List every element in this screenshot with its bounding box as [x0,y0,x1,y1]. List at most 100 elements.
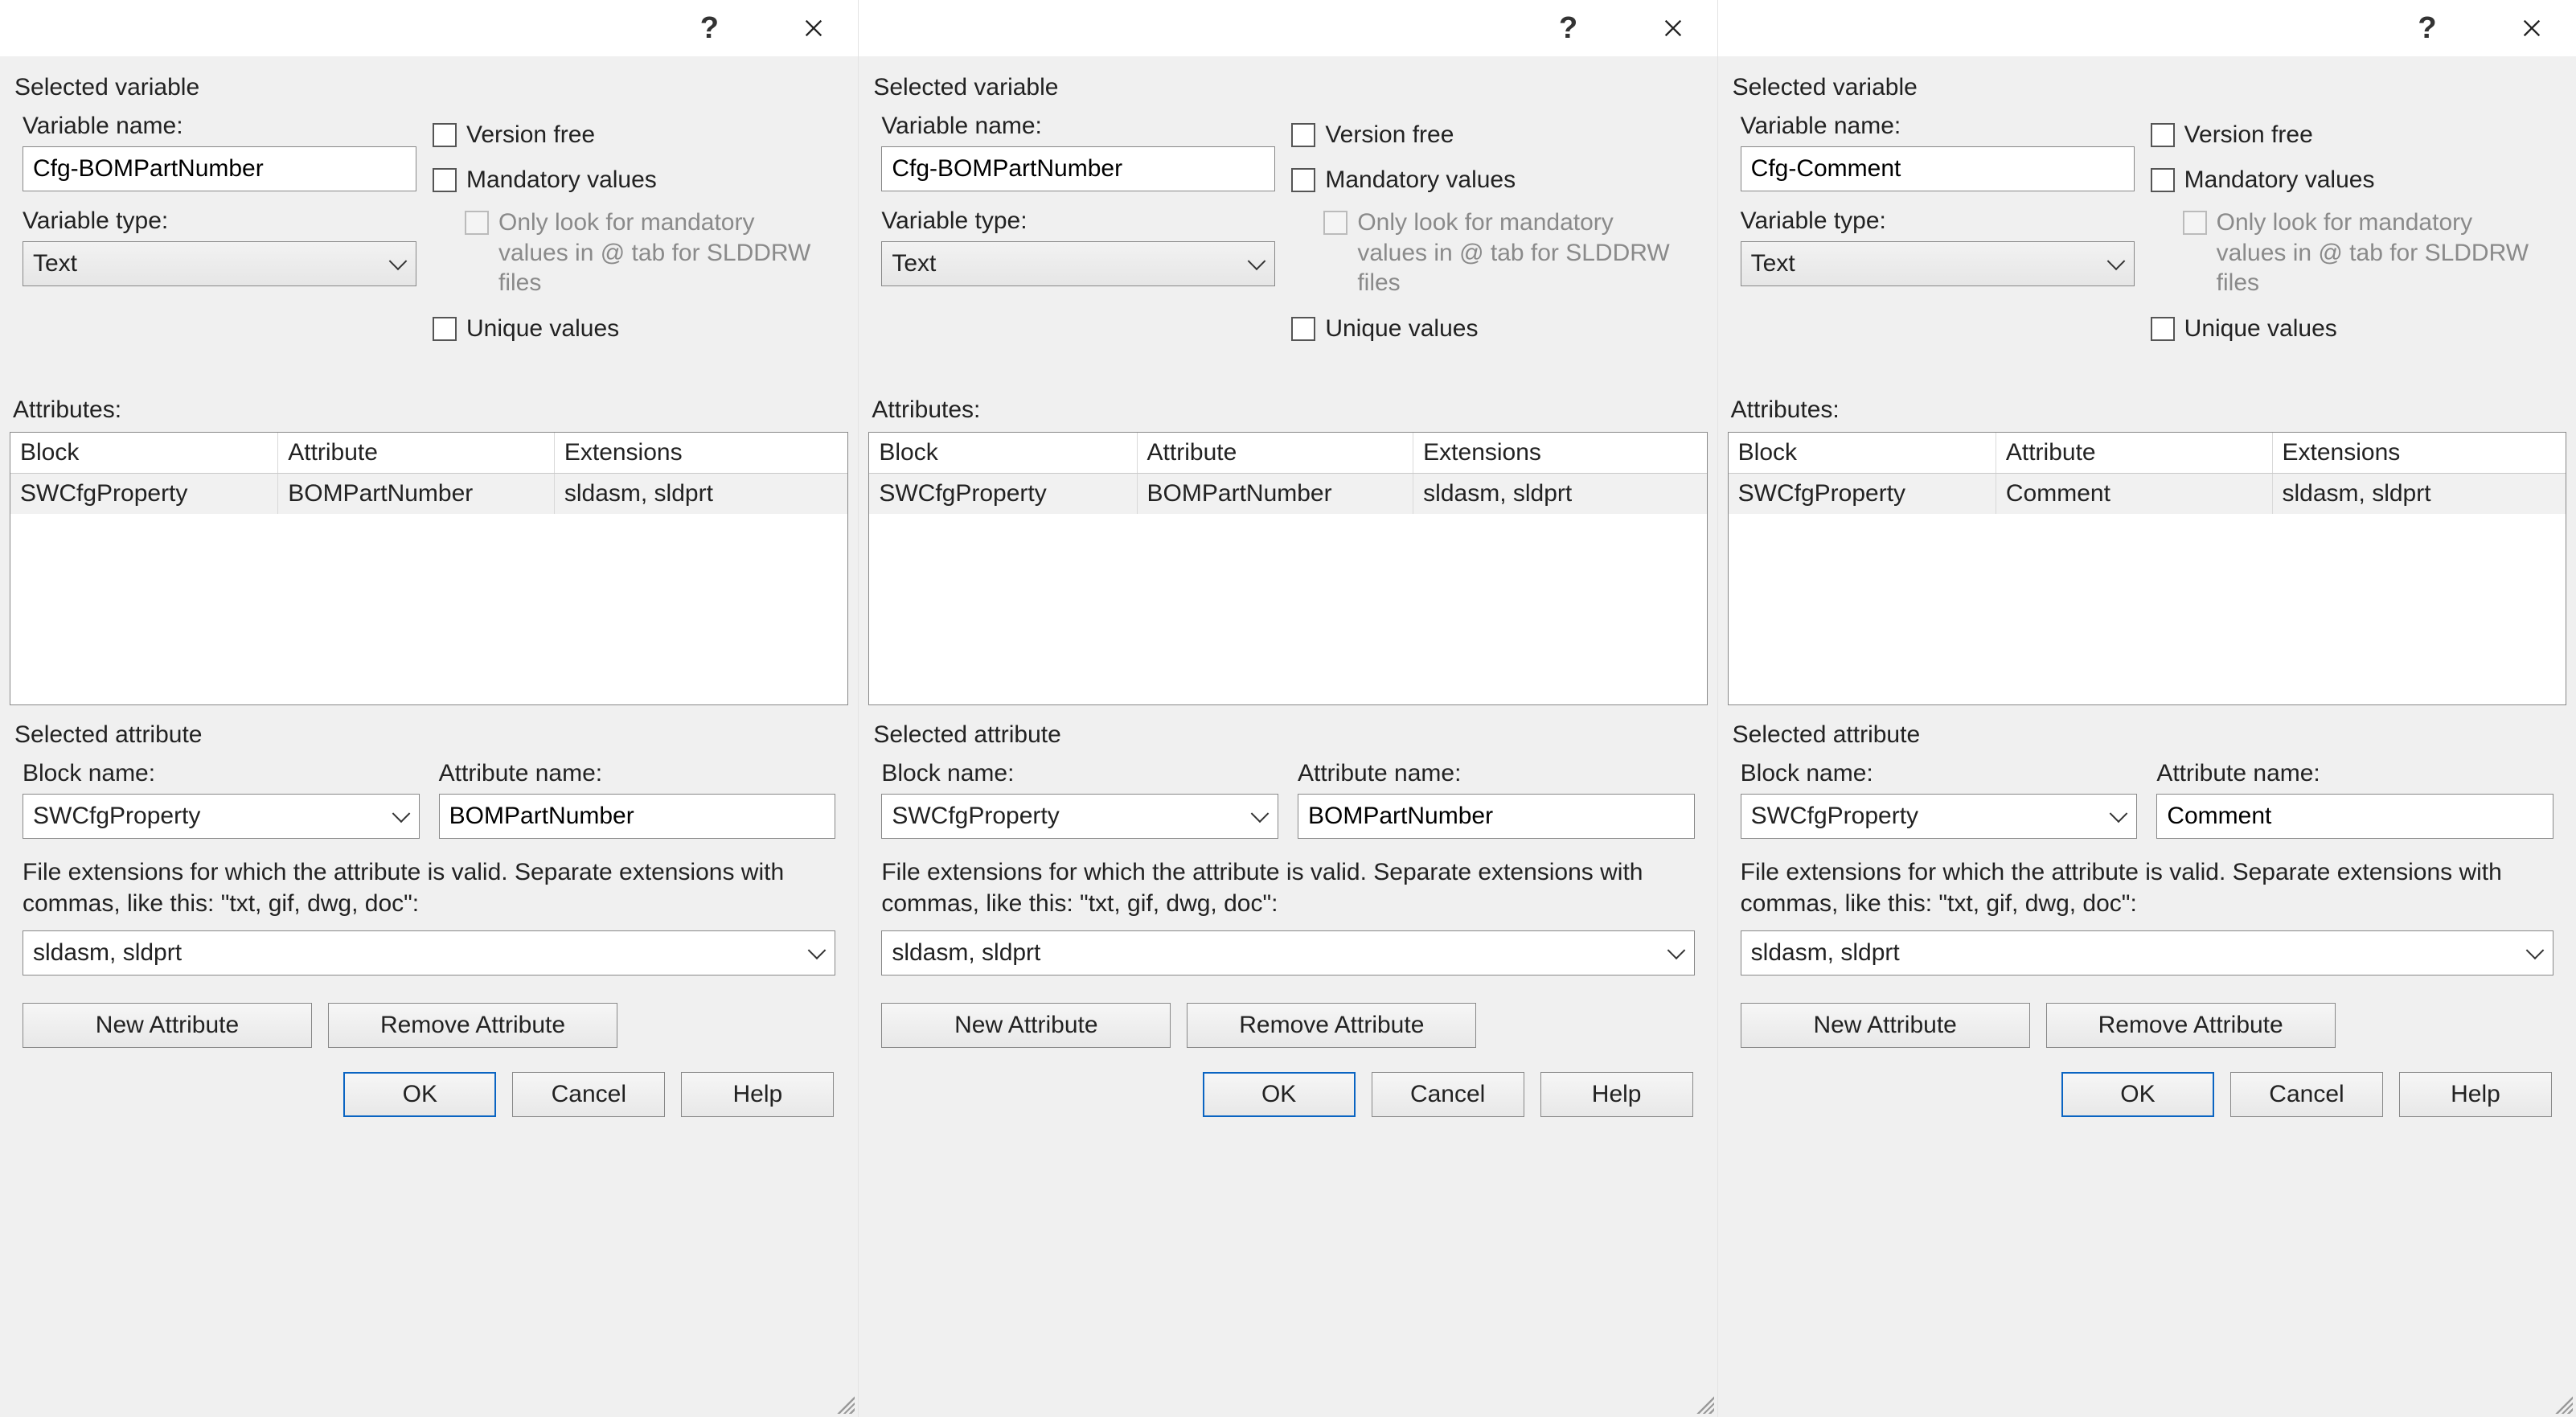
unique-values-checkbox[interactable]: Unique values [2151,306,2553,351]
version-free-checkbox[interactable]: Version free [433,113,835,158]
help-icon: ? [1559,11,1577,46]
checkbox-label: Mandatory values [2184,166,2375,194]
version-free-checkbox[interactable]: Version free [1291,113,1694,158]
listview-header: BlockAttributeExtensions [869,433,1706,474]
col-extensions[interactable]: Extensions [1413,433,1706,473]
checkbox-label: Version free [2184,121,2313,149]
attributes-listview[interactable]: BlockAttributeExtensionsSWCfgPropertyCom… [1728,432,2566,705]
titlebar: ? [1718,0,2576,56]
block-name-value: SWCfgProperty [892,803,1059,830]
attribute-name-input[interactable] [1298,794,1695,839]
titlebar: ? [859,0,1717,56]
remove-attribute-button[interactable]: Remove Attribute [1187,1003,1476,1048]
sv-left: Variable name: Variable type: Text [23,113,416,351]
block-name-combo[interactable]: SWCfgProperty [23,794,420,839]
mandatory-note-row: Only look for mandatory values in @ tab … [1291,207,1694,298]
titlebar-close-button[interactable] [2496,0,2568,56]
variable-name-input[interactable] [23,146,416,191]
mandatory-values-checkbox[interactable]: Mandatory values [1291,158,1694,203]
help-button[interactable]: Help [681,1072,834,1117]
remove-attribute-button[interactable]: Remove Attribute [328,1003,617,1048]
resize-grip-icon[interactable] [2553,1394,2573,1414]
block-name-combo[interactable]: SWCfgProperty [1741,794,2138,839]
variable-name-label: Variable name: [23,113,416,140]
attribute-name-input[interactable] [439,794,836,839]
resize-grip-icon[interactable] [1695,1394,1714,1414]
resize-grip-icon[interactable] [835,1394,855,1414]
variable-type-select[interactable]: Text [1741,241,2135,286]
checkbox-label: Version free [466,121,595,149]
col-attribute[interactable]: Attribute [278,433,555,473]
cancel-button[interactable]: Cancel [512,1072,665,1117]
variable-type-value: Text [33,250,77,277]
titlebar-close-button[interactable] [777,0,850,56]
col-block[interactable]: Block [869,433,1137,473]
variable-name-input[interactable] [1741,146,2135,191]
extensions-combo[interactable]: sldasm, sldprt [1741,930,2553,975]
listview-row[interactable]: SWCfgPropertyCommentsldasm, sldprt [1729,474,2566,514]
block-name-label: Block name: [1741,760,2138,787]
col-attribute[interactable]: Attribute [1996,433,2273,473]
variable-type-label: Variable type: [23,207,416,235]
version-free-checkbox[interactable]: Version free [2151,113,2553,158]
variable-type-value: Text [1751,250,1795,277]
cancel-button[interactable]: Cancel [2230,1072,2383,1117]
selected-variable-group: Selected variableVariable name:Variable … [868,90,1707,364]
titlebar-close-button[interactable] [1637,0,1709,56]
ok-button[interactable]: OK [1203,1072,1356,1117]
titlebar-help-button[interactable]: ? [2391,0,2463,56]
titlebar-help-button[interactable]: ? [673,0,745,56]
extensions-combo[interactable]: sldasm, sldprt [23,930,835,975]
ok-button[interactable]: OK [343,1072,496,1117]
dialog-body: Selected variableVariable name:Variable … [0,56,858,1417]
mandatory-values-checkbox[interactable]: Mandatory values [2151,158,2553,203]
new-attribute-button[interactable]: New Attribute [23,1003,312,1048]
help-button[interactable]: Help [1540,1072,1693,1117]
col-block[interactable]: Block [1729,433,1996,473]
checkbox-label: Unique values [466,315,619,343]
unique-values-checkbox[interactable]: Unique values [433,306,835,351]
mandatory-values-checkbox[interactable]: Mandatory values [433,158,835,203]
group-legend: Selected attribute [868,721,1065,749]
titlebar-help-button[interactable]: ? [1532,0,1605,56]
new-attribute-button[interactable]: New Attribute [881,1003,1171,1048]
extensions-value: sldasm, sldprt [1751,939,1900,967]
attributes-listview[interactable]: BlockAttributeExtensionsSWCfgPropertyBOM… [10,432,848,705]
new-attribute-button[interactable]: New Attribute [1741,1003,2030,1048]
attributes-listview[interactable]: BlockAttributeExtensionsSWCfgPropertyBOM… [868,432,1707,705]
extensions-combo[interactable]: sldasm, sldprt [881,930,1694,975]
cell-block: SWCfgProperty [10,474,278,514]
checkbox-box-disabled [2183,211,2207,235]
variable-type-select[interactable]: Text [23,241,416,286]
variable-name-input[interactable] [881,146,1275,191]
selected-variable-row: Variable name: Variable type: Text Version … [23,113,835,351]
col-extensions[interactable]: Extensions [2273,433,2566,473]
attribute-buttons: New Attribute Remove Attribute [1741,1003,2566,1048]
help-icon: ? [700,11,719,46]
extensions-value: sldasm, sldprt [33,939,182,967]
attribute-name-input[interactable] [2156,794,2553,839]
col-attribute[interactable]: Attribute [1138,433,1414,473]
col-extensions[interactable]: Extensions [555,433,847,473]
extensions-help-text: File extensions for which the attribute … [1741,856,2553,919]
variable-type-label: Variable type: [881,207,1275,235]
attribute-name-col: Attribute name: [439,760,836,839]
remove-attribute-button[interactable]: Remove Attribute [2046,1003,2336,1048]
dialog-footer: OK Cancel Help [1728,1048,2566,1132]
unique-values-checkbox[interactable]: Unique values [1291,306,1694,351]
variable-type-select[interactable]: Text [881,241,1275,286]
checkbox-label: Unique values [2184,315,2337,343]
group-legend: Selected attribute [1728,721,1925,749]
col-block[interactable]: Block [10,433,278,473]
listview-row[interactable]: SWCfgPropertyBOMPartNumbersldasm, sldprt [10,474,847,514]
cell-extensions: sldasm, sldprt [1413,474,1706,514]
cell-extensions: sldasm, sldprt [555,474,847,514]
listview-header: BlockAttributeExtensions [1729,433,2566,474]
cancel-button[interactable]: Cancel [1372,1072,1524,1117]
block-name-combo[interactable]: SWCfgProperty [881,794,1278,839]
help-button[interactable]: Help [2399,1072,2552,1117]
dialog-body: Selected variableVariable name:Variable … [859,56,1717,1417]
ok-button[interactable]: OK [2061,1072,2214,1117]
variable-type-value: Text [892,250,936,277]
listview-row[interactable]: SWCfgPropertyBOMPartNumbersldasm, sldprt [869,474,1706,514]
